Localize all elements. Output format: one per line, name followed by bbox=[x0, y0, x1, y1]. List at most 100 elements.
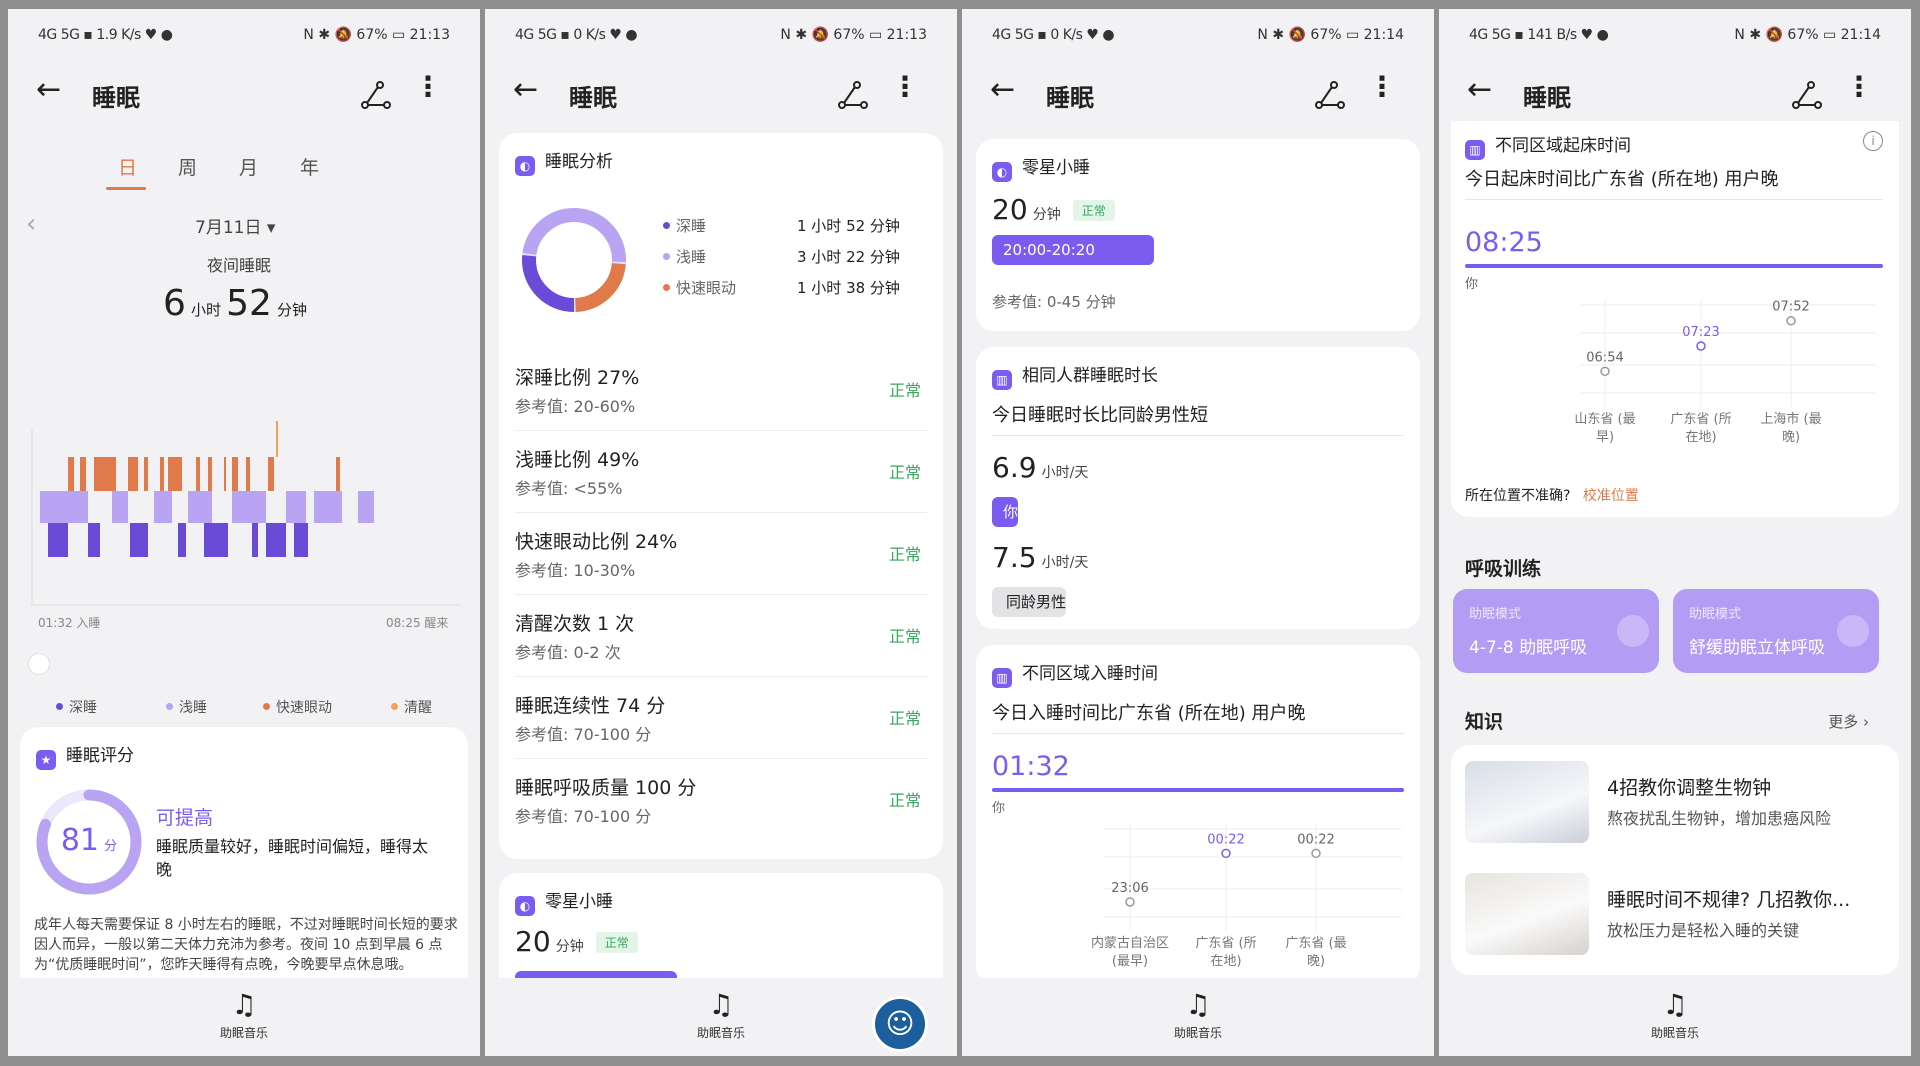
location-line: 所在位置不准确? 校准位置 bbox=[1465, 485, 1639, 505]
calibrate-location-link[interactable]: 校准位置 bbox=[1583, 488, 1639, 504]
back-arrow-icon[interactable]: ← bbox=[1467, 75, 1492, 105]
stage-segment-rem bbox=[80, 457, 86, 491]
music-note-icon[interactable]: ♫ bbox=[707, 988, 735, 1022]
duration-hours-unit: 小时 bbox=[191, 301, 222, 319]
stage-segment-rem bbox=[196, 457, 200, 491]
date-selector[interactable]: 7月11日 ▾ bbox=[195, 213, 275, 238]
metric-row[interactable]: 清醒次数 1 次参考值: 0-2 次正常 bbox=[515, 595, 927, 677]
status-badge: 正常 bbox=[1072, 200, 1115, 221]
peer-divider bbox=[992, 435, 1404, 436]
stage-list: 深睡 1 小时 52 分钟 浅睡 3 小时 22 分钟 快速眼动 1 小时 38 分钟 bbox=[663, 215, 933, 308]
page-title: 睡眠 bbox=[1046, 84, 1094, 112]
stage-segment-rem bbox=[268, 457, 274, 491]
share-icon[interactable] bbox=[835, 77, 871, 113]
more-icon[interactable]: ⋮ bbox=[1368, 73, 1396, 101]
metric-row[interactable]: 快速眼动比例 24% 参考值: 10-30% 正常 bbox=[515, 513, 927, 595]
score-level: 可提高 bbox=[156, 807, 214, 829]
status-right: N ✱ 🔕 67% ▭ 21:14 bbox=[1257, 27, 1404, 43]
article-item[interactable]: 4招教你调整生物钟 熬夜扰乱生物钟，增加患癌风险 bbox=[1451, 745, 1899, 859]
knowledge-more-link[interactable]: 更多 › bbox=[1828, 711, 1869, 732]
region-label: 晚) bbox=[1782, 430, 1800, 445]
peer-duration-bar: 同龄男性 bbox=[992, 587, 1067, 617]
region-label: 广东省 (所 bbox=[1195, 936, 1256, 951]
share-icon[interactable] bbox=[358, 77, 394, 113]
stage-segment-light bbox=[286, 491, 306, 523]
status-left: 4G 5G ▪ 1.9 K/s ♥ ● bbox=[38, 27, 173, 43]
sleep-score-card[interactable]: ★ 睡眠评分 81 分 可提高 睡眠质量较好，睡眠时间偏短，睡得太晚 成年人每天需… bbox=[20, 727, 468, 997]
back-arrow-icon[interactable]: ← bbox=[513, 75, 538, 105]
tab-day-underline bbox=[106, 187, 146, 190]
tab-year[interactable]: 年 bbox=[300, 153, 319, 180]
stage-segment-light bbox=[188, 491, 212, 523]
stage-segment-rem bbox=[160, 457, 164, 491]
tab-day[interactable]: 日 bbox=[118, 153, 137, 180]
stage-segment-rem bbox=[224, 457, 226, 491]
metric-row[interactable]: 睡眠连续性 74 分参考值: 70-100 分正常 bbox=[515, 677, 927, 759]
wake-divider bbox=[1465, 199, 1883, 200]
peer-duration-card[interactable]: ▥ 相同人群睡眠时长 今日睡眠时长比同龄男性短 6.9 小时/天 你 7.5 小时… bbox=[976, 347, 1420, 629]
nav-sleep-music[interactable]: 助眠音乐 bbox=[1651, 1026, 1699, 1040]
back-arrow-icon[interactable]: ← bbox=[36, 75, 61, 105]
bottom-nav: ♫ 助眠音乐 bbox=[962, 978, 1434, 1056]
article-thumbnail bbox=[1465, 873, 1589, 955]
region-waketime-card[interactable]: ▥ 不同区域起床时间 i 今日起床时间比广东省 (所在地) 用户晚 08:25 你… bbox=[1451, 121, 1899, 517]
more-icon[interactable]: ⋮ bbox=[1845, 73, 1873, 101]
night-label: 夜间睡眠 bbox=[207, 256, 272, 275]
breath-card-478[interactable]: 助眠模式 4-7-8 助眠呼吸 bbox=[1453, 589, 1659, 673]
wake-title: ▥ 不同区域起床时间 bbox=[1465, 131, 1631, 160]
metric-row[interactable]: 睡眠呼吸质量 100 分参考值: 70-100 分正常 bbox=[515, 759, 927, 841]
metric-row[interactable]: 深睡比例 27% 参考值: 20-60% 正常 bbox=[515, 349, 927, 431]
page-title: 睡眠 bbox=[569, 84, 617, 112]
music-note-icon[interactable]: ♫ bbox=[1184, 988, 1212, 1022]
tab-week[interactable]: 周 bbox=[178, 153, 197, 180]
info-icon[interactable]: i bbox=[1863, 131, 1883, 151]
metric-row[interactable]: 浅睡比例 49% 参考值: <55% 正常 bbox=[515, 431, 927, 513]
nav-sleep-music[interactable]: 助眠音乐 bbox=[220, 1026, 268, 1040]
data-point bbox=[1125, 897, 1135, 907]
article-item[interactable]: 睡眠时间不规律? 几招教你... 放松压力是轻松入睡的关键 bbox=[1451, 859, 1899, 973]
breath-section-title: 呼吸训练 bbox=[1465, 558, 1542, 580]
tab-month[interactable]: 月 bbox=[239, 153, 258, 180]
stage-segment-deep bbox=[294, 523, 308, 557]
header: ← 睡眠 ⋮ bbox=[485, 65, 957, 129]
legend-deep: 深睡 bbox=[56, 697, 97, 717]
music-note-icon[interactable]: ♫ bbox=[230, 988, 258, 1022]
sleep-stage-chart[interactable] bbox=[30, 419, 460, 619]
prev-date-icon[interactable]: ‹ bbox=[26, 209, 36, 239]
point-value-label: 00:22 bbox=[1297, 832, 1334, 847]
music-note-icon[interactable]: ♫ bbox=[1661, 988, 1689, 1022]
peer-duration: 7.5 小时/天 bbox=[992, 541, 1089, 574]
region-label: (最早) bbox=[1112, 954, 1148, 969]
analysis-title: ◐ 睡眠分析 bbox=[515, 147, 613, 176]
nap-card[interactable]: ◐ 零星小睡 20 分钟 正常 20:00-20:20 参考值: 0-45 分钟 bbox=[976, 139, 1420, 331]
breath-card-stereo[interactable]: 助眠模式 舒缓助眠立体呼吸 bbox=[1673, 589, 1879, 673]
sleep-analysis-card[interactable]: ◐ 睡眠分析 深睡 1 小时 52 分钟 浅睡 3 小时 22 分钟 快速眼动 1 小时… bbox=[499, 133, 943, 859]
screen-daily: 4G 5G ▪ 1.9 K/s ♥ ● N ✱ 🔕 67% ▭ 21:13 ← … bbox=[8, 9, 480, 1056]
nav-sleep-music[interactable]: 助眠音乐 bbox=[1174, 1026, 1222, 1040]
stage-segment-awake bbox=[276, 421, 278, 457]
back-arrow-icon[interactable]: ← bbox=[990, 75, 1015, 105]
stage-segment-deep bbox=[204, 523, 228, 557]
share-icon[interactable] bbox=[1789, 77, 1825, 113]
header: ← 睡眠 ⋮ bbox=[962, 65, 1434, 129]
nap-range-bar: 20:00-20:20 bbox=[992, 235, 1154, 265]
legend-rem: 快速眼动 bbox=[263, 697, 332, 717]
yin-yang-icon bbox=[1837, 615, 1869, 647]
stage-segment-rem bbox=[208, 457, 212, 491]
screen-analysis: 4G 5G ▪ 0 K/s ♥ ● N ✱ 🔕 67% ▭ 21:13 ← 睡眠… bbox=[485, 9, 957, 1056]
region-title: ▥ 不同区域入睡时间 bbox=[992, 659, 1158, 688]
bottom-nav: ♫ 助眠音乐 bbox=[8, 978, 480, 1056]
region-bedtime-card[interactable]: ▥ 不同区域入睡时间 今日入睡时间比广东省 (所在地) 用户晚 01:32 你 2… bbox=[976, 645, 1420, 985]
share-icon[interactable] bbox=[1312, 77, 1348, 113]
nav-sleep-music[interactable]: 助眠音乐 bbox=[697, 1026, 745, 1040]
more-icon[interactable]: ⋮ bbox=[414, 73, 442, 101]
yin-yang-icon bbox=[1617, 615, 1649, 647]
status-bar: 4G 5G ▪ 0 K/s ♥ ● N ✱ 🔕 67% ▭ 21:13 bbox=[485, 9, 957, 65]
more-icon[interactable]: ⋮ bbox=[891, 73, 919, 101]
nap-ref: 参考值: 0-45 分钟 bbox=[992, 293, 1116, 311]
status-left: 4G 5G ▪ 141 B/s ♥ ● bbox=[1469, 27, 1609, 43]
region-label: 在地) bbox=[1685, 430, 1716, 445]
watermark-logo-icon: ☺ bbox=[872, 996, 928, 1052]
chart-scroll-handle[interactable] bbox=[28, 653, 50, 675]
stage-segment-rem bbox=[106, 457, 116, 491]
